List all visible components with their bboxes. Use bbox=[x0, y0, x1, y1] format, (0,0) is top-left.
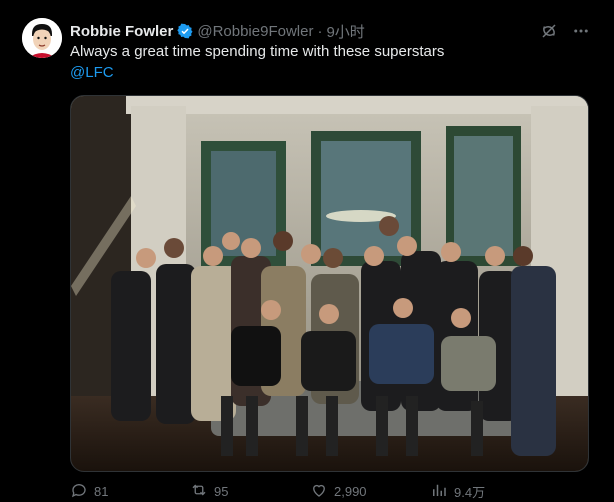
engagement-bar: 81 95 2,990 9.4万 bbox=[70, 482, 550, 500]
views-action[interactable]: 9.4万 bbox=[430, 481, 550, 502]
retweet-count: 95 bbox=[214, 483, 229, 499]
tweet-header: Robbie Fowler @Robbie9Fowler · 9小时 bbox=[70, 20, 365, 42]
views-count: 9.4万 bbox=[454, 484, 486, 500]
avatar-face-icon bbox=[22, 18, 62, 58]
mention-link[interactable]: @LFC bbox=[70, 63, 114, 83]
group-photo bbox=[71, 96, 588, 471]
separator-dot: · bbox=[317, 22, 323, 40]
tweet-card: Robbie Fowler @Robbie9Fowler · 9小时 Alway… bbox=[0, 0, 614, 500]
like-count: 2,990 bbox=[334, 483, 367, 499]
author-name[interactable]: Robbie Fowler bbox=[70, 23, 173, 40]
tweet-photo[interactable] bbox=[70, 95, 589, 472]
views-icon bbox=[430, 481, 448, 502]
more-icon[interactable] bbox=[572, 22, 590, 45]
retweet-icon bbox=[190, 481, 208, 502]
reply-action[interactable]: 81 bbox=[70, 481, 190, 502]
verified-icon bbox=[177, 23, 193, 39]
header-actions bbox=[540, 22, 590, 45]
reply-count: 81 bbox=[94, 483, 109, 499]
like-icon bbox=[310, 481, 328, 502]
avatar[interactable] bbox=[22, 18, 62, 58]
reply-icon bbox=[70, 481, 88, 502]
retweet-action[interactable]: 95 bbox=[190, 481, 310, 502]
post-time[interactable]: 9小时 bbox=[326, 21, 364, 42]
like-action[interactable]: 2,990 bbox=[310, 481, 430, 502]
tweet-text: Always a great time spending time with t… bbox=[70, 43, 445, 60]
grok-icon[interactable] bbox=[540, 22, 558, 45]
author-handle[interactable]: @Robbie9Fowler bbox=[197, 23, 313, 40]
